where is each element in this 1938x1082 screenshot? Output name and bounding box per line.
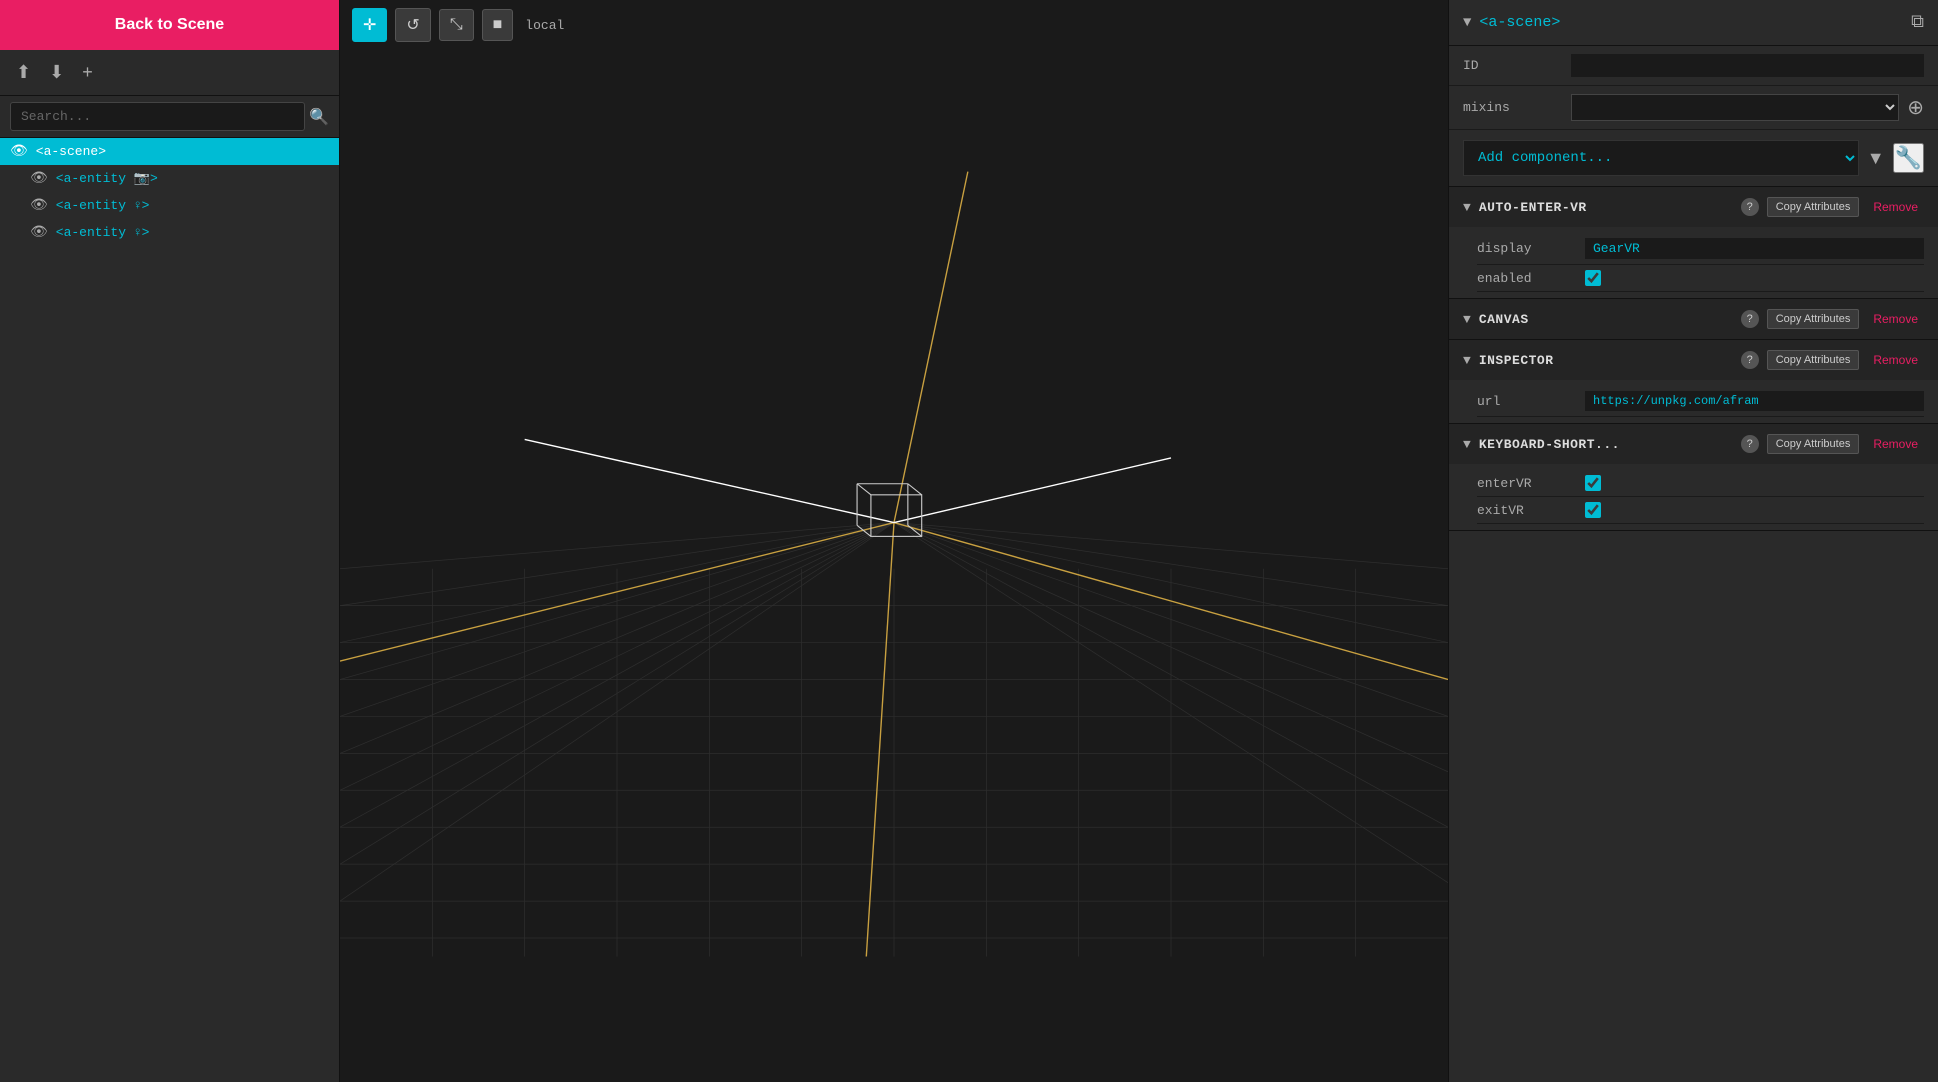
square-tool-button[interactable]: ■ <box>482 9 514 41</box>
tree-label-a-entity-vr1: <a-entity ♀> <box>56 198 150 213</box>
remove-button-inspector[interactable]: Remove <box>1867 350 1924 370</box>
mixin-label: mixins <box>1463 100 1563 115</box>
search-icon: 🔍 <box>309 109 329 126</box>
component-help-keyboard-short[interactable]: ? <box>1741 435 1759 453</box>
prop-label-url: url <box>1477 394 1577 409</box>
tree-item-a-scene[interactable]: 👁 <a-scene> <box>0 138 339 165</box>
component-body-inspector: url https://unpkg.com/afram <box>1449 380 1938 423</box>
component-canvas: ▼ CANVAS? Copy Attributes Remove <box>1449 299 1938 340</box>
viewport-toolbar: ✛ ↺ ⤡ ■ local <box>340 0 1448 50</box>
save-button[interactable]: ⬇ <box>45 60 68 85</box>
panel-header: ▼ <a-scene> ⧉ <box>1449 0 1938 46</box>
chevron-icon-keyboard-short: ▼ <box>1463 437 1471 452</box>
eye-icon-a-entity-vr1[interactable]: 👁 <box>30 197 48 214</box>
chevron-icon-canvas: ▼ <box>1463 312 1471 327</box>
search-input[interactable] <box>10 102 305 131</box>
3d-canvas <box>340 0 1448 1082</box>
remove-button-auto-enter-vr[interactable]: Remove <box>1867 197 1924 217</box>
components-container: ▼ AUTO-ENTER-VR? Copy Attributes Remove disp… <box>1449 187 1938 531</box>
component-header-auto-enter-vr[interactable]: ▼ AUTO-ENTER-VR? Copy Attributes Remove <box>1449 187 1938 227</box>
prop-link-url[interactable]: https://unpkg.com/afram <box>1585 391 1924 411</box>
panel-copy-icon[interactable]: ⧉ <box>1911 12 1924 33</box>
right-panel: ▼ <a-scene> ⧉ ID mixins ⊕ Add component.… <box>1448 0 1938 1082</box>
component-header-inspector[interactable]: ▼ INSPECTOR? Copy Attributes Remove <box>1449 340 1938 380</box>
component-add-icon-button[interactable]: 🔧 <box>1893 143 1924 173</box>
checkbox-auto-enter-vr-enabled[interactable] <box>1585 270 1601 286</box>
eye-icon-a-entity-camera[interactable]: 👁 <box>30 170 48 187</box>
prop-label-display: display <box>1477 241 1577 256</box>
add-entity-button[interactable]: + <box>78 60 97 85</box>
eye-icon-a-scene[interactable]: 👁 <box>10 143 28 160</box>
panel-chevron-icon[interactable]: ▼ <box>1463 15 1471 31</box>
sidebar-search: 🔍 <box>0 96 339 138</box>
prop-row-auto-enter-vr-enabled: enabled <box>1477 265 1924 292</box>
tree-label-a-entity-vr2: <a-entity ♀> <box>56 225 150 240</box>
sidebar: Back to Scene ⬆ ⬇ + 🔍 👁 <a-scene> 👁 <a-enti… <box>0 0 340 1082</box>
id-input[interactable] <box>1571 54 1924 77</box>
scene-svg <box>340 0 1448 1082</box>
remove-button-keyboard-short[interactable]: Remove <box>1867 434 1924 454</box>
mixin-add-button[interactable]: ⊕ <box>1907 95 1924 120</box>
prop-row-inspector-url: url https://unpkg.com/afram <box>1477 386 1924 417</box>
panel-title: <a-scene> <box>1479 14 1903 31</box>
move-tool-button[interactable]: ✛ <box>352 8 387 42</box>
export-icon: ⬆ <box>16 62 31 82</box>
scene-tree: 👁 <a-scene> 👁 <a-entity 📷> 👁 <a-entity ♀> 👁 <a-… <box>0 138 339 1082</box>
component-body-keyboard-short: enterVR exitVR <box>1449 464 1938 530</box>
mixin-row: mixins ⊕ <box>1449 86 1938 130</box>
back-to-scene-button[interactable]: Back to Scene <box>0 0 339 50</box>
tree-label-a-entity-camera: <a-entity 📷> <box>56 171 158 186</box>
viewport: ✛ ↺ ⤡ ■ local <box>340 0 1448 1082</box>
copy-attrs-button-canvas[interactable]: Copy Attributes <box>1767 309 1860 329</box>
component-header-keyboard-short[interactable]: ▼ KEYBOARD-SHORT...? Copy Attributes Remove <box>1449 424 1938 464</box>
checkbox-keyboard-short-exitVR[interactable] <box>1585 502 1601 518</box>
search-button[interactable]: 🔍 <box>309 107 329 127</box>
rotate-tool-button[interactable]: ↺ <box>395 8 430 42</box>
export-button[interactable]: ⬆ <box>12 60 35 85</box>
component-name-inspector: INSPECTOR <box>1479 353 1733 368</box>
plus-icon: + <box>82 62 93 82</box>
copy-attrs-button-keyboard-short[interactable]: Copy Attributes <box>1767 434 1860 454</box>
prop-row-auto-enter-vr-display: display <box>1477 233 1924 265</box>
prop-row-keyboard-short-exitVR: exitVR <box>1477 497 1924 524</box>
id-label: ID <box>1463 58 1563 73</box>
sidebar-toolbar: ⬆ ⬇ + <box>0 50 339 96</box>
component-keyboard-short: ▼ KEYBOARD-SHORT...? Copy Attributes Remove… <box>1449 424 1938 531</box>
id-field-row: ID <box>1449 46 1938 86</box>
component-header-canvas[interactable]: ▼ CANVAS? Copy Attributes Remove <box>1449 299 1938 339</box>
prop-row-keyboard-short-enterVR: enterVR <box>1477 470 1924 497</box>
checkbox-keyboard-short-enterVR[interactable] <box>1585 475 1601 491</box>
eye-icon-a-entity-vr2[interactable]: 👁 <box>30 224 48 241</box>
component-name-auto-enter-vr: AUTO-ENTER-VR <box>1479 200 1733 215</box>
chevron-icon-auto-enter-vr: ▼ <box>1463 200 1471 215</box>
remove-button-canvas[interactable]: Remove <box>1867 309 1924 329</box>
add-component-select[interactable]: Add component... <box>1463 140 1859 176</box>
component-auto-enter-vr: ▼ AUTO-ENTER-VR? Copy Attributes Remove disp… <box>1449 187 1938 299</box>
tree-item-a-entity-vr1[interactable]: 👁 <a-entity ♀> <box>0 192 339 219</box>
copy-attrs-button-auto-enter-vr[interactable]: Copy Attributes <box>1767 197 1860 217</box>
prop-label-enterVR: enterVR <box>1477 476 1577 491</box>
component-help-canvas[interactable]: ? <box>1741 310 1759 328</box>
tree-item-a-entity-camera[interactable]: 👁 <a-entity 📷> <box>0 165 339 192</box>
prop-label-exitVR: exitVR <box>1477 503 1577 518</box>
component-help-auto-enter-vr[interactable]: ? <box>1741 198 1759 216</box>
scale-tool-button[interactable]: ⤡ <box>439 9 474 41</box>
tree-label-a-scene: <a-scene> <box>36 144 106 159</box>
tree-item-a-entity-vr2[interactable]: 👁 <a-entity ♀> <box>0 219 339 246</box>
component-inspector: ▼ INSPECTOR? Copy Attributes Remove url https… <box>1449 340 1938 424</box>
mode-label: local <box>525 18 564 33</box>
copy-attrs-button-inspector[interactable]: Copy Attributes <box>1767 350 1860 370</box>
mixin-select[interactable] <box>1571 94 1899 121</box>
save-icon: ⬇ <box>49 62 64 82</box>
prop-label-enabled: enabled <box>1477 271 1577 286</box>
prop-input-display[interactable] <box>1585 238 1924 259</box>
component-body-auto-enter-vr: display enabled <box>1449 227 1938 298</box>
add-component-row: Add component... ▼ 🔧 <box>1449 130 1938 187</box>
component-name-keyboard-short: KEYBOARD-SHORT... <box>1479 437 1733 452</box>
component-help-inspector[interactable]: ? <box>1741 351 1759 369</box>
component-name-canvas: CANVAS <box>1479 312 1733 327</box>
component-dropdown-button[interactable]: ▼ <box>1867 148 1885 169</box>
chevron-icon-inspector: ▼ <box>1463 353 1471 368</box>
